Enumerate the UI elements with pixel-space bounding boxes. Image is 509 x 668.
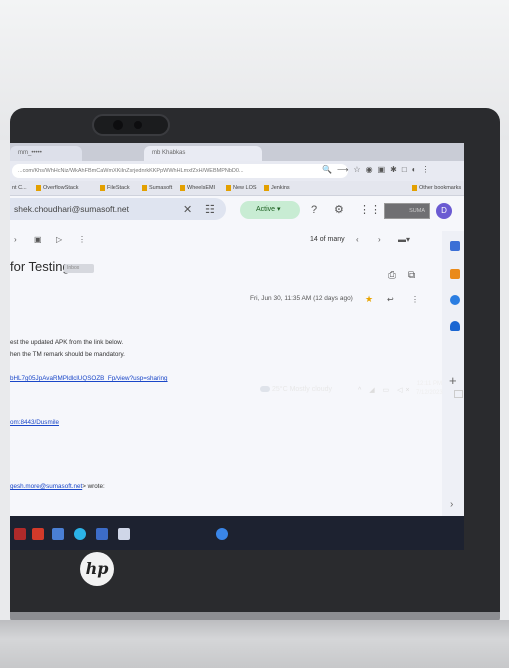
browser-tab-strip: mm_••••• mb Khabkas (10, 143, 464, 161)
bookmark-label: nt C... (12, 185, 27, 191)
folder-icon (180, 184, 185, 191)
bookmark-label: Jenkins (271, 185, 290, 191)
bookmarks-bar: nt C... OverflowStack FileStack Sumasoft… (10, 181, 464, 196)
bookmark-label: Other bookmarks (419, 185, 462, 191)
bookmark-item[interactable]: Other bookmarks (412, 183, 461, 193)
workspace-account-logo[interactable]: SUMA (384, 203, 430, 219)
taskbar-app-icon[interactable] (14, 528, 26, 540)
weather-text[interactable]: 25°C Mostly cloudy (272, 386, 332, 393)
email-subject: for Testing (10, 259, 70, 274)
star-icon[interactable]: ★ (365, 294, 373, 305)
folder-icon (142, 184, 147, 191)
server-link[interactable]: om:8443/Dusmile (10, 419, 59, 426)
folder-icon (264, 184, 269, 191)
calendar-icon[interactable] (450, 241, 460, 251)
bookmark-item[interactable]: FileStack (100, 183, 130, 193)
address-bar[interactable]: ...com/Khs/WhHcNiz/WkAhFBmCaWmXKiInZsrje… (12, 164, 348, 178)
browser-tab[interactable]: mm_••••• (10, 146, 82, 161)
quoted-suffix: > wrote: (82, 483, 105, 490)
archive-icon[interactable]: ▣ (34, 235, 42, 244)
avatar[interactable]: D (436, 203, 452, 219)
pagination-text: 14 of many (310, 236, 345, 243)
more-vert-icon[interactable]: ⋮ (411, 295, 419, 304)
chevron-left-icon[interactable]: ‹ (356, 235, 359, 244)
windows-taskbar (10, 516, 464, 550)
avatar-letter: D (441, 206, 447, 215)
folder-icon (36, 184, 41, 191)
gmail-search-bar[interactable]: shek.choudhari@sumasoft.net (10, 198, 226, 220)
bookmark-label: WheelsEMI (187, 185, 216, 191)
status-label: Active (256, 206, 276, 213)
print-icon[interactable]: ⎙ (388, 270, 396, 281)
keyboard-icon[interactable]: ▬▾ (398, 235, 410, 244)
laptop-base (0, 620, 509, 668)
browser-toolbar: ...com/Khs/WhHcNiz/WkAhFBmCaWmXKiInZsrje… (10, 161, 464, 181)
bookmark-item[interactable]: New LOS (226, 183, 257, 193)
chevron-right-icon[interactable]: › (14, 235, 17, 244)
email-body-line: hen the TM remark should be mandatory. (10, 351, 125, 358)
vscode-icon[interactable] (96, 528, 108, 540)
taskbar-clock[interactable]: 12:11 PM 7/12/2023 (416, 380, 443, 398)
quoted-email-link[interactable]: gesh.more@sumasoft.net (10, 483, 82, 490)
chevron-right-icon[interactable]: › (378, 235, 381, 244)
apps-grid-icon[interactable]: ⋮⋮ (359, 204, 381, 216)
webcam-housing (92, 114, 170, 136)
webcam-sensor (134, 121, 142, 129)
bookmark-item[interactable]: WheelsEMI (180, 183, 215, 193)
chevron-right-icon[interactable]: › (450, 499, 453, 510)
folder-icon (412, 184, 417, 191)
bookmark-label: Sumasoft (149, 185, 173, 191)
bookmark-item[interactable]: OverflowStack (36, 183, 78, 193)
calendar-app-icon[interactable] (52, 528, 64, 540)
bookmark-label: New LOS (233, 185, 257, 191)
address-bar-url: ...com/Khs/WhHcNiz/WkAhFBmCaWmXKiInZsrje… (18, 168, 244, 174)
label-chip[interactable]: Inbox (64, 264, 94, 273)
search-input-value[interactable]: shek.choudhari@sumasoft.net (14, 204, 129, 214)
folder-icon (100, 184, 105, 191)
system-tray-icons[interactable]: ^ ◢ ▭ ◁× (358, 386, 413, 394)
wps-office-icon[interactable] (32, 528, 44, 540)
laptop-screen: mm_••••• mb Khabkas ...com/Khs/WhHcNiz/W… (10, 143, 464, 550)
chrome-icon[interactable] (216, 528, 228, 540)
keep-icon[interactable] (450, 269, 460, 279)
side-panel: + › (442, 231, 464, 531)
weather-cloud-icon (260, 386, 270, 392)
email-body-line: est the updated APK from the link below. (10, 339, 124, 346)
browser-toolbar-icons[interactable]: 🔍⟶☆◉▣✱□◐⋮ (322, 165, 435, 174)
bookmark-label: FileStack (107, 185, 130, 191)
contacts-icon[interactable] (450, 321, 460, 331)
clock-time: 12:11 PM (416, 381, 442, 387)
filter-icon[interactable]: ☷ (205, 204, 215, 216)
notepad-icon[interactable] (118, 528, 130, 540)
email-date: Fri, Jun 30, 11:35 AM (12 days ago) (250, 295, 353, 302)
account-label: SUMA (409, 208, 425, 214)
browser-tab-active[interactable]: mb Khabkas (144, 146, 262, 161)
open-in-new-icon[interactable]: ⧉ (408, 270, 415, 281)
notification-icon[interactable] (454, 390, 463, 398)
webcam-lens (113, 120, 123, 130)
edge-icon[interactable] (74, 528, 86, 540)
bookmark-label: OverflowStack (43, 185, 79, 191)
plus-icon[interactable]: + (449, 373, 457, 388)
browser-tab-title: mm_••••• (18, 150, 42, 156)
browser-tab-title: mb Khabkas (152, 150, 186, 156)
bookmark-item[interactable]: nt C... (12, 183, 27, 193)
status-button[interactable]: Active ▾ (240, 201, 300, 219)
folder-icon (226, 184, 231, 191)
drive-link[interactable]: bHL7g05JpAvaRMPldlclUQSOZB_Fp/view?usp=s… (10, 375, 168, 382)
tasks-icon[interactable] (450, 295, 460, 305)
reply-icon[interactable]: ↩ (387, 295, 394, 304)
hp-logo: hp (80, 552, 114, 586)
close-icon[interactable]: ✕ (183, 204, 192, 216)
gear-icon[interactable]: ⚙ (334, 204, 344, 216)
quoted-header: gesh.more@sumasoft.net> wrote: (10, 483, 105, 490)
bookmark-item[interactable]: Jenkins (264, 183, 290, 193)
label-icon[interactable]: ▷ (56, 235, 62, 244)
brand-logo-text: hp (85, 559, 109, 578)
clock-date: 7/12/2023 (416, 390, 443, 396)
bookmark-item[interactable]: Sumasoft (142, 183, 172, 193)
help-icon[interactable]: ? (311, 204, 317, 216)
more-vert-icon[interactable]: ⋮ (78, 235, 86, 244)
